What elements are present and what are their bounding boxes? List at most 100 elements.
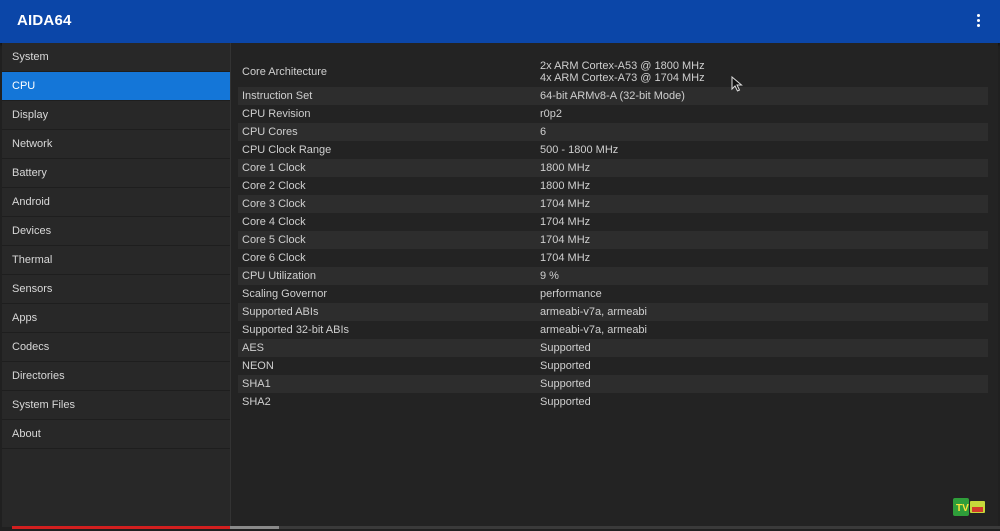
info-value: 64-bit ARMv8-A (32-bit Mode): [540, 87, 685, 105]
info-key: Core 2 Clock: [242, 180, 306, 192]
info-value-line: performance: [540, 288, 602, 300]
info-row: Supported 32-bit ABIs armeabi-v7a, armeab…: [238, 321, 988, 339]
info-row: NEON Supported: [238, 357, 988, 375]
info-value-line: 1704 MHz: [540, 252, 591, 264]
info-value: performance: [540, 285, 602, 303]
tv-logo-icon: TV: [953, 498, 985, 516]
info-row: Core 2 Clock 1800 MHz: [238, 177, 988, 195]
info-value: armeabi-v7a, armeabi: [540, 303, 647, 321]
sidebar-item-display[interactable]: Display: [2, 101, 230, 130]
info-value-line: 1800 MHz: [540, 180, 591, 192]
info-value: 1704 MHz: [540, 213, 590, 231]
info-key: CPU Revision: [242, 108, 311, 120]
info-value-line: 1800 MHz: [540, 162, 591, 174]
info-value: Supported: [540, 375, 591, 393]
sidebar-item-sensors[interactable]: Sensors: [2, 275, 230, 304]
info-value: Supported: [540, 393, 591, 411]
info-key: Core 4 Clock: [242, 216, 306, 228]
info-value-line: 9 %: [540, 270, 559, 282]
info-value-line: Supported: [540, 396, 591, 408]
info-value-line: 6: [540, 126, 547, 138]
info-key: CPU Cores: [242, 126, 298, 138]
info-key: Supported 32-bit ABIs: [242, 324, 350, 336]
info-value: armeabi-v7a, armeabi: [540, 321, 647, 339]
sidebar: System CPU Display Network Battery Android Dev…: [2, 43, 231, 527]
info-key: NEON: [242, 360, 274, 372]
info-value-line: Supported: [540, 378, 591, 390]
info-value: 1704 MHz: [540, 231, 590, 249]
info-key: CPU Clock Range: [242, 144, 332, 156]
info-row: Scaling Governor performance: [238, 285, 988, 303]
info-row: SHA1 Supported: [238, 375, 988, 393]
info-value: 1704 MHz: [540, 195, 590, 213]
info-value: Supported: [540, 339, 591, 357]
info-key: CPU Utilization: [242, 270, 316, 282]
info-row: Supported ABIs armeabi-v7a, armeabi: [238, 303, 988, 321]
info-value: 1800 MHz: [540, 159, 590, 177]
info-row: Core 6 Clock 1704 MHz: [238, 249, 988, 267]
info-key: Core Architecture: [242, 66, 327, 78]
app-bar: AIDA64: [0, 0, 1000, 43]
sidebar-item-cpu[interactable]: CPU: [2, 72, 230, 101]
cpu-info-panel: Core Architecture 2x ARM Cortex-A53 @ 180…: [231, 43, 998, 527]
info-row: SHA2 Supported: [238, 393, 988, 411]
info-value-line: 4x ARM Cortex-A73 @ 1704 MHz: [540, 72, 705, 84]
info-value-line: Supported: [540, 360, 591, 372]
progress-played: [12, 526, 230, 529]
sidebar-item-apps[interactable]: Apps: [2, 304, 230, 333]
info-key: SHA1: [242, 378, 271, 390]
info-value-line: 1704 MHz: [540, 234, 591, 246]
info-value-line: Supported: [540, 342, 591, 354]
sidebar-item-codecs[interactable]: Codecs: [2, 333, 230, 362]
app-window: AIDA64 System CPU Display Network Battery And…: [0, 0, 1000, 531]
info-key: SHA2: [242, 396, 271, 408]
info-value-line: 1704 MHz: [540, 198, 591, 210]
video-progress-bar[interactable]: [12, 526, 1000, 529]
info-row: CPU Revision r0p2: [238, 105, 988, 123]
info-row: CPU Clock Range 500 - 1800 MHz: [238, 141, 988, 159]
sidebar-item-thermal[interactable]: Thermal: [2, 246, 230, 275]
sidebar-item-system-files[interactable]: System Files: [2, 391, 230, 420]
info-key: Core 5 Clock: [242, 234, 306, 246]
info-key: AES: [242, 342, 265, 354]
info-row: AES Supported: [238, 339, 988, 357]
info-value-line: armeabi-v7a, armeabi: [540, 306, 647, 318]
app-title: AIDA64: [17, 12, 72, 29]
info-value: Supported: [540, 357, 591, 375]
info-value: 6: [540, 123, 546, 141]
sidebar-item-directories[interactable]: Directories: [2, 362, 230, 391]
info-value: r0p2: [540, 105, 562, 123]
info-value: 1704 MHz: [540, 249, 590, 267]
info-row: Core 3 Clock 1704 MHz: [238, 195, 988, 213]
sidebar-item-about[interactable]: About: [2, 420, 230, 449]
info-value-line: 2x ARM Cortex-A53 @ 1800 MHz: [540, 60, 705, 72]
info-value-line: 500 - 1800 MHz: [540, 144, 619, 156]
info-value-line: 1704 MHz: [540, 216, 591, 228]
info-key: Core 1 Clock: [242, 162, 306, 174]
info-row: CPU Utilization 9 %: [238, 267, 988, 285]
info-row: Core Architecture 2x ARM Cortex-A53 @ 180…: [238, 57, 988, 87]
sidebar-item-devices[interactable]: Devices: [2, 217, 230, 246]
svg-text:TV: TV: [956, 503, 969, 514]
info-value-line: r0p2: [540, 108, 563, 120]
info-key: Scaling Governor: [242, 288, 327, 300]
info-key: Core 3 Clock: [242, 198, 306, 210]
more-vert-icon[interactable]: [970, 11, 986, 31]
sidebar-item-network[interactable]: Network: [2, 130, 230, 159]
info-value: 500 - 1800 MHz: [540, 141, 618, 159]
info-row: Core 1 Clock 1800 MHz: [238, 159, 988, 177]
info-row: CPU Cores 6: [238, 123, 988, 141]
info-value-line: 64-bit ARMv8-A (32-bit Mode): [540, 90, 685, 102]
info-value: 2x ARM Cortex-A53 @ 1800 MHz 4x ARM Corte…: [540, 60, 705, 84]
progress-buffered: [229, 526, 280, 529]
sidebar-item-system[interactable]: System: [2, 43, 230, 72]
info-value-line: armeabi-v7a, armeabi: [540, 324, 647, 336]
sidebar-item-android[interactable]: Android: [2, 188, 230, 217]
info-row: Core 5 Clock 1704 MHz: [238, 231, 988, 249]
info-value: 1800 MHz: [540, 177, 590, 195]
info-key: Supported ABIs: [242, 306, 319, 318]
info-value: 9 %: [540, 267, 559, 285]
info-row: Core 4 Clock 1704 MHz: [238, 213, 988, 231]
sidebar-item-battery[interactable]: Battery: [2, 159, 230, 188]
info-key: Core 6 Clock: [242, 252, 306, 264]
